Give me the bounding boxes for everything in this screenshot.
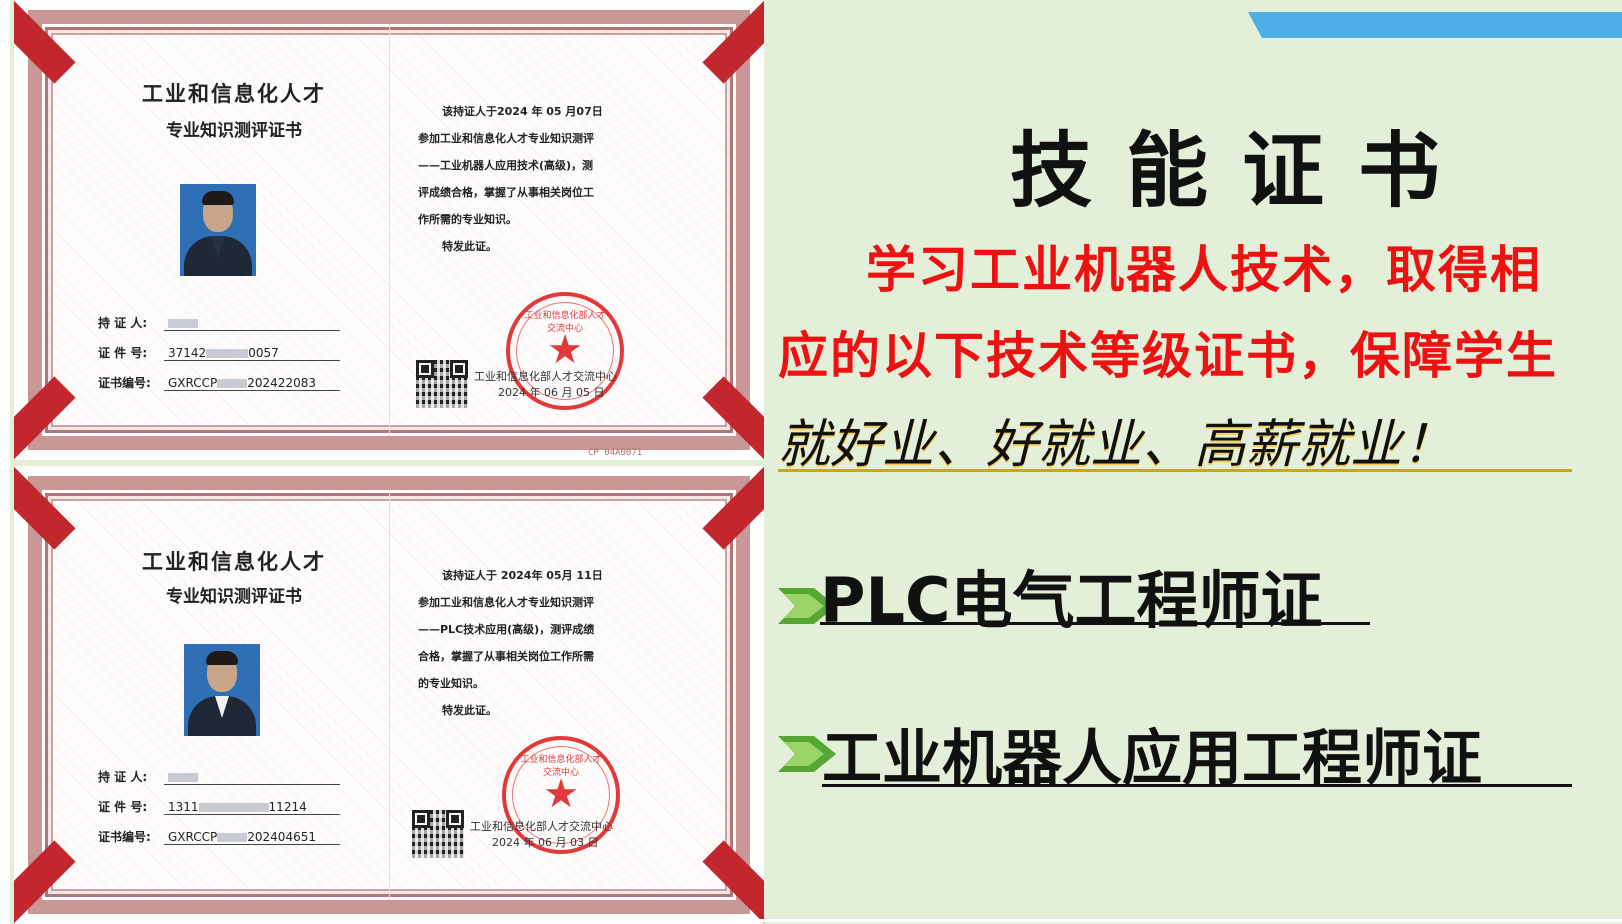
- decorative-top-bar: [1248, 12, 1622, 38]
- cert-item-underline: [820, 622, 1370, 625]
- issue-date: 2024 年 06 月 03 日: [492, 836, 599, 849]
- panel-title: 技能证书: [1010, 124, 1475, 219]
- holder-photo: [184, 644, 260, 736]
- panel-description-line2: 应的以下技术等级证书，保障学生: [778, 327, 1558, 385]
- cert-number-field: 证书编号: GXRCCP 202404651: [98, 828, 340, 845]
- issuer-name: 工业和信息化部人才交流中心: [474, 370, 617, 383]
- certificate-title: 工业和信息化人才: [142, 549, 326, 574]
- cert-item-underline: [822, 784, 1572, 787]
- id-field: 证 件 号: 37142 0057: [98, 344, 340, 361]
- cert-number-label: 证书编号:: [98, 376, 151, 390]
- issuer-name: 工业和信息化部人才交流中心: [470, 820, 613, 833]
- cert-number-field: 证书编号: GXRCCP 202422083: [98, 374, 340, 391]
- certificate-fold: [389, 24, 390, 436]
- panel-slogan: 就好业、好就业、高薪就业！: [778, 415, 1455, 475]
- left-edge-strip: [0, 0, 10, 924]
- holder-field: 持 证 人:: [98, 314, 340, 331]
- panel-description-line1: 学习工业机器人技术，取得相: [866, 241, 1542, 299]
- slogan-underline: [778, 469, 1572, 472]
- certificate-subtitle: 专业知识测评证书: [166, 587, 302, 607]
- holder-photo: [180, 184, 256, 276]
- holder-label: 持 证 人:: [98, 316, 148, 330]
- qr-code: [416, 360, 468, 408]
- certificate-title: 工业和信息化人才: [142, 81, 326, 106]
- bottom-divider: [760, 919, 1622, 922]
- certificate-body: 该持证人于 2024年 05月 11日 参加工业和信息化人才专业知识测评 ——P…: [418, 569, 603, 717]
- id-label: 证 件 号:: [98, 800, 148, 814]
- id-field: 证 件 号: 1311 11214: [98, 798, 340, 815]
- issue-date: 2024 年 06 月 05 日: [498, 386, 605, 399]
- certificate-robot-application: 工业和信息化人才 专业知识测评证书 持 证 人: 证 件 号: 37142 0057…: [14, 0, 764, 460]
- certificate-fold: [389, 490, 390, 900]
- cert-item-plc: PLC电气工程师证: [820, 564, 1323, 637]
- certificate-body: 该持证人于2024 年 05 月07日 参加工业和信息化人才专业知识测评 ——工…: [418, 105, 603, 253]
- holder-label: 持 证 人:: [98, 770, 148, 784]
- cert-number-label: 证书编号:: [98, 830, 151, 844]
- certificate-subtitle: 专业知识测评证书: [166, 121, 302, 141]
- qr-code: [412, 810, 464, 858]
- id-label: 证 件 号:: [98, 346, 148, 360]
- holder-field: 持 证 人:: [98, 768, 340, 785]
- certificate-plc-application: 工业和信息化人才 专业知识测评证书 持 证 人: 证 件 号: 1311 11214…: [14, 466, 764, 924]
- certificate-serial: CP 04A0071: [588, 448, 643, 458]
